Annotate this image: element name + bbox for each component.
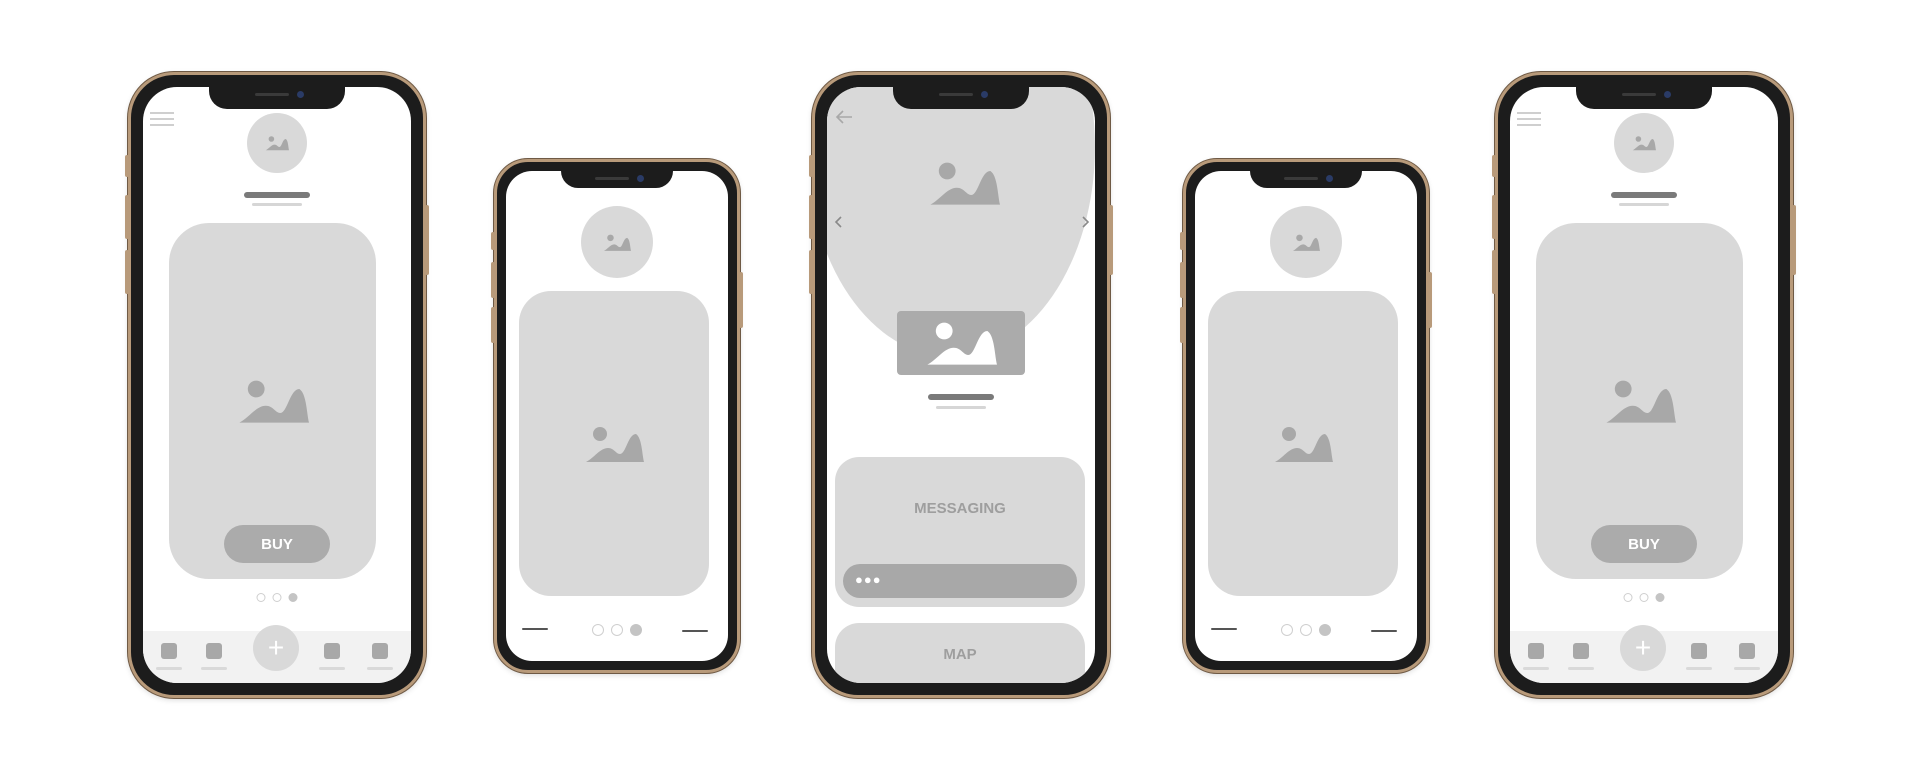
page-dot[interactable]: [1300, 624, 1312, 636]
page-dot-active[interactable]: [1655, 593, 1665, 602]
title-bar: [244, 192, 310, 198]
next-nav-line[interactable]: [1371, 630, 1397, 632]
back-arrow-icon[interactable]: [835, 109, 853, 125]
subtitle-bar: [936, 406, 986, 409]
page-dot[interactable]: [1639, 593, 1649, 602]
page-dot[interactable]: [592, 624, 604, 636]
back-nav-line[interactable]: [522, 628, 548, 630]
phone-mockup-1: BUY +: [125, 72, 429, 698]
image-icon: [1605, 380, 1676, 423]
tab-icon[interactable]: [206, 643, 222, 659]
title-bar: [1611, 192, 1677, 198]
menu-icon[interactable]: [150, 112, 174, 126]
page-indicator: [1281, 624, 1331, 636]
tab-icon[interactable]: [161, 643, 177, 659]
image-icon: [1632, 136, 1656, 151]
screen-1: BUY +: [143, 87, 411, 683]
avatar: [1614, 113, 1674, 173]
chevron-left-icon[interactable]: [833, 215, 843, 229]
add-button[interactable]: +: [253, 625, 299, 671]
image-icon: [1292, 234, 1320, 251]
tab-icon[interactable]: [1691, 643, 1707, 659]
screen-4: [1195, 171, 1417, 661]
tab-icon[interactable]: [1573, 643, 1589, 659]
page-dot-active[interactable]: [1319, 624, 1331, 636]
page-indicator: [592, 624, 642, 636]
avatar: [247, 113, 307, 173]
image-icon: [265, 136, 289, 151]
buy-button[interactable]: BUY: [224, 525, 330, 563]
page-dot[interactable]: [256, 593, 266, 602]
message-input[interactable]: ●●●: [843, 564, 1077, 598]
image-icon: [930, 162, 1000, 205]
page-dot[interactable]: [611, 624, 623, 636]
buy-button[interactable]: BUY: [1591, 525, 1697, 563]
phone-mockup-4: [1180, 159, 1432, 673]
bottom-tab-bar: +: [1510, 625, 1778, 683]
avatar: [581, 206, 653, 278]
content-card[interactable]: [1208, 291, 1398, 596]
image-icon: [1275, 426, 1333, 462]
messaging-card[interactable]: MESSAGING ●●●: [835, 457, 1085, 607]
page-dot-active[interactable]: [288, 593, 298, 602]
page-dot[interactable]: [272, 593, 282, 602]
thumbnail[interactable]: [897, 311, 1025, 375]
avatar: [1270, 206, 1342, 278]
menu-icon[interactable]: [1517, 112, 1541, 126]
map-label: MAP: [943, 646, 977, 663]
page-indicator: [1623, 593, 1665, 602]
chevron-right-icon[interactable]: [1081, 215, 1091, 229]
tab-icon[interactable]: [1739, 643, 1755, 659]
screen-3: MESSAGING ●●● MAP: [827, 87, 1095, 683]
phone-mockup-2: [491, 159, 743, 673]
screen-2: [506, 171, 728, 661]
add-button[interactable]: +: [1620, 625, 1666, 671]
page-dot-active[interactable]: [630, 624, 642, 636]
subtitle-bar: [252, 203, 302, 206]
page-dot[interactable]: [1623, 593, 1633, 602]
tab-icon[interactable]: [372, 643, 388, 659]
image-icon: [603, 234, 631, 251]
title-bar: [928, 394, 994, 400]
next-nav-line[interactable]: [682, 630, 708, 632]
subtitle-bar: [1619, 203, 1669, 206]
tab-icon[interactable]: [1528, 643, 1544, 659]
map-card[interactable]: MAP: [835, 623, 1085, 683]
image-icon: [238, 380, 309, 423]
screen-5: BUY +: [1510, 87, 1778, 683]
page-indicator: [256, 593, 298, 602]
back-nav-line[interactable]: [1211, 628, 1237, 630]
notch: [209, 87, 345, 109]
bottom-tab-bar: +: [143, 625, 411, 683]
content-card[interactable]: [519, 291, 709, 596]
typing-dots: ●●●: [855, 572, 882, 587]
messaging-label: MESSAGING: [914, 500, 1006, 517]
phone-mockup-5: BUY +: [1492, 72, 1796, 698]
tab-icon[interactable]: [324, 643, 340, 659]
image-icon: [927, 322, 997, 365]
page-dot[interactable]: [1281, 624, 1293, 636]
image-icon: [586, 426, 644, 462]
phone-mockup-3: MESSAGING ●●● MAP: [809, 72, 1113, 698]
